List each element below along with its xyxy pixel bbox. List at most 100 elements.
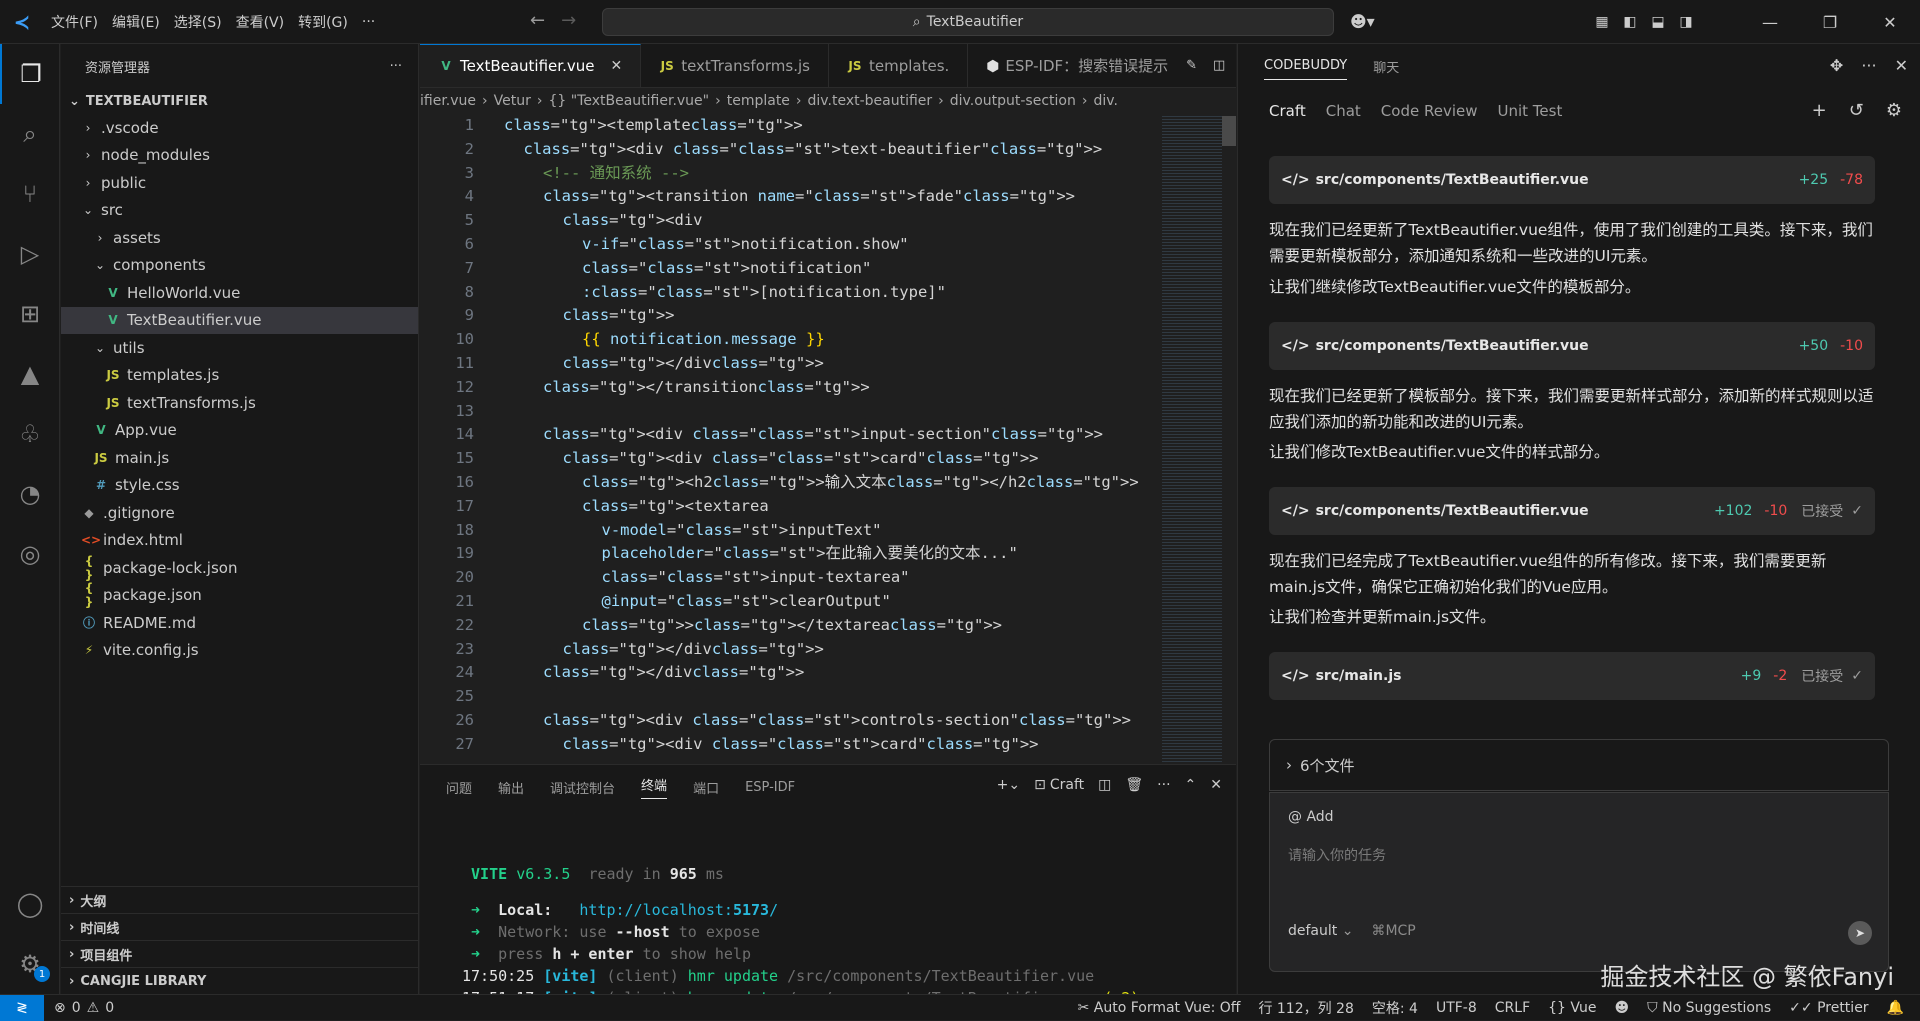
chat-more-icon[interactable]: ··· <box>1861 56 1876 75</box>
terminal-output[interactable]: VITE v6.3.5 ready in 965 ms ➜ Local: htt… <box>462 841 1139 1009</box>
code-editor[interactable]: 1class="tg"><templateclass="tg">>2class=… <box>420 114 1236 762</box>
toggle-secondary-sidebar-icon[interactable]: ◨ <box>1672 14 1700 30</box>
send-icon[interactable]: ➤ <box>1848 921 1872 945</box>
file-item[interactable]: VApp.vue <box>61 417 418 445</box>
file-item[interactable]: JStextTransforms.js <box>61 389 418 417</box>
subtab-chat[interactable]: Chat <box>1326 102 1361 120</box>
breadcrumb-item[interactable]: div. <box>1093 93 1117 109</box>
indentation[interactable]: 空格: 4 <box>1372 998 1418 1018</box>
file-item[interactable]: JSmain.js <box>61 444 418 472</box>
language-mode[interactable]: {} Vue <box>1548 1000 1596 1016</box>
breadcrumb-item[interactable]: div.output-section <box>950 93 1076 109</box>
command-center-search[interactable]: ⌕ TextBeautifier <box>602 8 1334 36</box>
menu-more[interactable]: ··· <box>355 14 382 30</box>
tab-esp-idf-panel[interactable]: ESP-IDF <box>745 780 795 795</box>
folder-item[interactable]: ⌄components <box>61 252 418 280</box>
file-item[interactable]: ⓘREADME.md <box>61 609 418 637</box>
tab-textbeautifier-vue[interactable]: V TextBeautifier.vue ✕ <box>420 44 641 87</box>
mode-select[interactable]: default ⌄ <box>1288 923 1353 939</box>
split-editor-icon[interactable]: ◫ <box>1213 58 1225 73</box>
new-terminal-icon[interactable]: +⌄ <box>997 777 1020 793</box>
cangjie-library-section[interactable]: ›CANGJIE LIBRARY <box>61 967 418 994</box>
folder-item[interactable]: ›.vscode <box>61 114 418 142</box>
edge-icon[interactable]: ◔ <box>0 464 60 524</box>
tab-templates-js[interactable]: JS templates. <box>829 44 968 87</box>
account-icon[interactable]: ◯ <box>0 874 60 934</box>
editor-scrollbar[interactable] <box>1222 116 1236 146</box>
explorer-more-icon[interactable]: ··· <box>390 59 402 74</box>
folder-item[interactable]: ⌄utils <box>61 334 418 362</box>
suggestions-status[interactable]: ⛉ No Suggestions <box>1647 1000 1771 1016</box>
explorer-icon[interactable]: ❐ <box>0 44 60 104</box>
breadcrumb-item[interactable]: template <box>727 93 790 109</box>
menu-selection[interactable]: 选择(S) <box>167 12 229 32</box>
extensions-icon[interactable]: ⊞ <box>0 284 60 344</box>
breadcrumb-item[interactable]: div.text-beautifier <box>808 93 933 109</box>
file-item[interactable]: VTextBeautifier.vue <box>61 307 418 335</box>
menu-file[interactable]: 文件(F) <box>44 12 105 32</box>
tab-ports[interactable]: 端口 <box>693 778 719 797</box>
tab-output[interactable]: 输出 <box>498 778 524 797</box>
file-item[interactable]: { }package.json <box>61 582 418 610</box>
close-chat-icon[interactable]: ✕ <box>1895 56 1908 75</box>
cursor-position[interactable]: 行 112，列 28 <box>1258 998 1353 1018</box>
file-item[interactable]: #style.css <box>61 472 418 500</box>
remote-icon[interactable]: ≷ <box>0 995 44 1021</box>
file-change-card[interactable]: </> src/main.js +9 -2 已接受 ✓ <box>1269 652 1875 700</box>
file-item[interactable]: <>index.html <box>61 527 418 555</box>
menu-go[interactable]: 转到(G) <box>291 12 355 32</box>
breadcrumb-item[interactable]: {} "TextBeautifier.vue" <box>548 93 709 109</box>
forward-arrow-icon[interactable]: → <box>561 10 576 31</box>
line-endings[interactable]: CRLF <box>1495 1000 1530 1016</box>
terminal-profile[interactable]: ⊡Craft <box>1034 777 1084 793</box>
close-window-icon[interactable]: ✕ <box>1860 13 1920 32</box>
task-input-placeholder[interactable]: 请输入你的任务 <box>1288 845 1386 865</box>
folder-item[interactable]: ⌄src <box>61 197 418 225</box>
menu-view[interactable]: 查看(V) <box>229 12 292 32</box>
pin-icon[interactable]: ✥ <box>1830 56 1843 75</box>
close-tab-icon[interactable]: ✕ <box>610 58 622 74</box>
tab-problems[interactable]: 问题 <box>446 778 472 797</box>
folder-item[interactable]: ›assets <box>61 224 418 252</box>
tab-terminal[interactable]: 终端 <box>641 775 667 799</box>
notifications-bell-icon[interactable]: 🔔 <box>1887 1000 1904 1016</box>
new-chat-icon[interactable]: + <box>1812 100 1827 121</box>
problems-indicator[interactable]: ⊗0 ⚠0 <box>54 1000 114 1016</box>
minimap[interactable] <box>1162 114 1222 762</box>
add-context-button[interactable]: @ Add <box>1288 809 1334 825</box>
run-debug-icon[interactable]: ▷ <box>0 224 60 284</box>
auto-format-status[interactable]: ✂ Auto Format Vue: Off <box>1078 1000 1241 1016</box>
toggle-panel-icon[interactable]: ⬓ <box>1644 14 1672 30</box>
encoding[interactable]: UTF-8 <box>1436 1000 1477 1016</box>
toggle-sidebar-icon[interactable]: ◧ <box>1616 14 1644 30</box>
copilot-status-icon[interactable]: ☻ <box>1615 1000 1630 1016</box>
settings-icon[interactable]: ⚙ <box>1886 100 1902 121</box>
breadcrumb-item[interactable]: Vetur <box>494 93 531 109</box>
file-item[interactable]: VHelloWorld.vue <box>61 279 418 307</box>
subtab-unit-test[interactable]: Unit Test <box>1497 102 1562 120</box>
esp-idf-icon[interactable]: ◎ <box>0 524 60 584</box>
file-item[interactable]: JStemplates.js <box>61 362 418 390</box>
history-icon[interactable]: ↺ <box>1849 100 1864 121</box>
file-change-card[interactable]: </> src/components/TextBeautifier.vue +1… <box>1269 487 1875 535</box>
subtab-code-review[interactable]: Code Review <box>1381 102 1478 120</box>
close-panel-icon[interactable]: ✕ <box>1210 777 1222 793</box>
breadcrumb-item[interactable]: ifier.vue <box>420 93 476 109</box>
file-item[interactable]: ◆.gitignore <box>61 499 418 527</box>
project-components-section[interactable]: ›项目组件 <box>61 940 418 967</box>
tab-debug-console[interactable]: 调试控制台 <box>550 778 615 797</box>
restore-icon[interactable]: ❐ <box>1800 13 1860 32</box>
menu-edit[interactable]: 编辑(E) <box>105 12 167 32</box>
timeline-section[interactable]: ›时间线 <box>61 913 418 940</box>
tree-icon[interactable]: ♧ <box>0 404 60 464</box>
subtab-craft[interactable]: Craft <box>1269 102 1306 120</box>
maximize-panel-icon[interactable]: ⌃ <box>1185 777 1197 793</box>
search-view-icon[interactable]: ⌕ <box>0 104 60 164</box>
trash-icon[interactable]: 🗑 <box>1125 777 1143 793</box>
local-url[interactable]: http://localhost:5173/ <box>579 901 778 919</box>
split-terminal-icon[interactable]: ◫ <box>1098 777 1111 793</box>
file-change-card[interactable]: </> src/components/TextBeautifier.vue +2… <box>1269 156 1875 204</box>
manage-gear-icon[interactable]: ⚙1 <box>0 934 60 994</box>
tab-texttransforms-js[interactable]: JS textTransforms.js <box>641 44 829 87</box>
file-item[interactable]: ⚡vite.config.js <box>61 637 418 665</box>
